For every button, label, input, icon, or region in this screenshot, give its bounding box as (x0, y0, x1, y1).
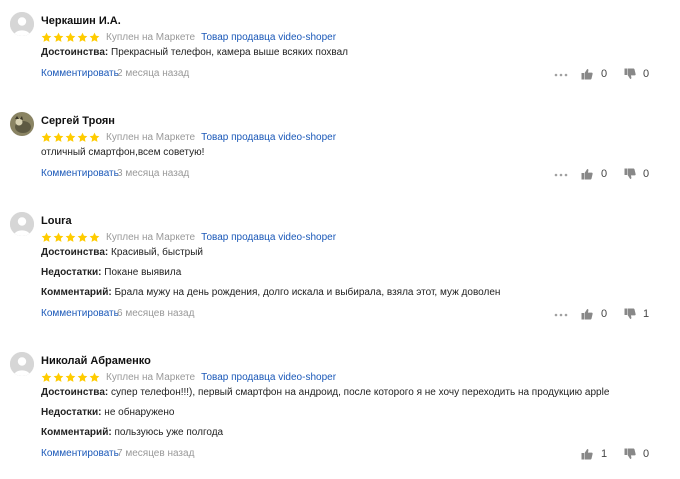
review-footer: Комментировать 7 месяцев назад 1 0 (41, 448, 653, 462)
more-dots-icon[interactable] (554, 70, 568, 80)
review-meta: Куплен на Маркете Товар продавца video-s… (41, 131, 336, 143)
thumb-up-icon[interactable] (581, 68, 593, 83)
star-icon (53, 32, 64, 42)
dislike-count: 0 (643, 168, 650, 180)
rating-stars (41, 32, 101, 43)
star-icon (41, 232, 52, 242)
dislike-count: 0 (643, 448, 650, 460)
star-icon (77, 32, 88, 42)
review-author[interactable]: Сергей Троян (41, 115, 115, 127)
review-line-text: Прекрасный телефон, камера выше всяких п… (111, 47, 349, 58)
review-line-label: Недостатки: (41, 407, 102, 418)
review-footer: Комментировать 2 месяца назад 0 0 (41, 68, 653, 82)
review-meta: Куплен на Маркете Товар продавца video-s… (41, 371, 336, 383)
thumb-up-icon[interactable] (581, 448, 593, 463)
review-line-text: Красивый, быстрый (111, 247, 204, 258)
review-line-label: Достоинства: (41, 387, 109, 398)
rating-stars (41, 232, 101, 243)
review-cons: Недостатки: Покане выявила (41, 267, 181, 278)
purchase-badge: Куплен на Маркете (106, 371, 196, 383)
review-date: 2 месяца назад (117, 68, 190, 79)
review-date: 6 месяцев назад (117, 308, 195, 319)
review-comment: Комментарий: пользуюсь уже полгода (41, 427, 223, 438)
thumb-down-icon[interactable] (624, 308, 636, 323)
star-icon (53, 372, 64, 382)
star-icon (41, 372, 52, 382)
review-comment: Комментарий: Брала мужу на день рождения… (41, 287, 500, 298)
star-icon (65, 372, 76, 382)
star-icon (77, 132, 88, 142)
seller-link[interactable]: Товар продавца video-shoper (201, 32, 336, 43)
review-meta: Куплен на Маркете Товар продавца video-s… (41, 31, 336, 43)
comment-link[interactable]: Комментировать (41, 308, 119, 319)
review-footer: Комментировать 6 месяцев назад 0 1 (41, 308, 653, 322)
user-avatar-icon[interactable] (10, 12, 34, 36)
review-line-label: Достоинства: (41, 47, 109, 58)
thumb-down-icon[interactable] (624, 168, 636, 183)
thumb-down-icon[interactable] (624, 68, 636, 83)
user-avatar-icon[interactable] (10, 212, 34, 236)
star-icon (41, 32, 52, 42)
seller-link[interactable]: Товар продавца video-shoper (201, 372, 336, 383)
review-line-text: отличный смартфон,всем советую! (41, 147, 205, 158)
star-icon (89, 372, 100, 382)
review-pros: Достоинства: супер телефон!!!), первый с… (41, 387, 609, 398)
seller-link[interactable]: Товар продавца video-shoper (201, 232, 336, 243)
review-cons: Недостатки: не обнаружено (41, 407, 174, 418)
thumb-up-icon[interactable] (581, 168, 593, 183)
rating-stars (41, 132, 101, 143)
review-pros: Достоинства: Красивый, быстрый (41, 247, 203, 258)
like-count: 1 (601, 448, 608, 460)
review-line-text: супер телефон!!!), первый смартфон на ан… (111, 387, 610, 398)
star-icon (77, 232, 88, 242)
star-icon (41, 132, 52, 142)
more-dots-icon[interactable] (554, 170, 568, 180)
review-author[interactable]: Николай Абраменко (41, 355, 151, 367)
review-line-text: Брала мужу на день рождения, долго искал… (114, 287, 501, 298)
star-icon (77, 372, 88, 382)
dislike-count: 0 (643, 68, 650, 80)
star-icon (65, 132, 76, 142)
like-count: 0 (601, 308, 608, 320)
review-line-text: Покане выявила (104, 267, 182, 278)
review-footer: Комментировать 3 месяца назад 0 0 (41, 168, 653, 182)
star-icon (89, 32, 100, 42)
dislike-count: 1 (643, 308, 650, 320)
review-line-text: пользуюсь уже полгода (114, 427, 224, 438)
purchase-badge: Куплен на Маркете (106, 31, 196, 43)
review-author[interactable]: Loura (41, 215, 72, 227)
star-icon (65, 32, 76, 42)
purchase-badge: Куплен на Маркете (106, 131, 196, 143)
review-meta: Куплен на Маркете Товар продавца video-s… (41, 231, 336, 243)
purchase-badge: Куплен на Маркете (106, 231, 196, 243)
review-date: 3 месяца назад (117, 168, 190, 179)
user-avatar-icon[interactable] (10, 352, 34, 376)
thumb-up-icon[interactable] (581, 308, 593, 323)
star-icon (65, 232, 76, 242)
review-line-text: не обнаружено (104, 407, 175, 418)
comment-link[interactable]: Комментировать (41, 68, 119, 79)
review-line-label: Комментарий: (41, 287, 112, 298)
star-icon (89, 232, 100, 242)
like-count: 0 (601, 168, 608, 180)
star-icon (53, 232, 64, 242)
thumb-down-icon[interactable] (624, 448, 636, 463)
review-line-label: Недостатки: (41, 267, 102, 278)
review-text: отличный смартфон,всем советую! (41, 147, 204, 158)
review-line-label: Комментарий: (41, 427, 112, 438)
star-icon (53, 132, 64, 142)
review-author[interactable]: Черкашин И.А. (41, 15, 121, 27)
rating-stars (41, 372, 101, 383)
user-avatar-icon[interactable] (10, 112, 34, 136)
seller-link[interactable]: Товар продавца video-shoper (201, 132, 336, 143)
review-date: 7 месяцев назад (117, 448, 195, 459)
more-dots-icon[interactable] (554, 310, 568, 320)
review-line-label: Достоинства: (41, 247, 109, 258)
comment-link[interactable]: Комментировать (41, 448, 119, 459)
like-count: 0 (601, 68, 608, 80)
comment-link[interactable]: Комментировать (41, 168, 119, 179)
star-icon (89, 132, 100, 142)
review-pros: Достоинства: Прекрасный телефон, камера … (41, 47, 348, 58)
